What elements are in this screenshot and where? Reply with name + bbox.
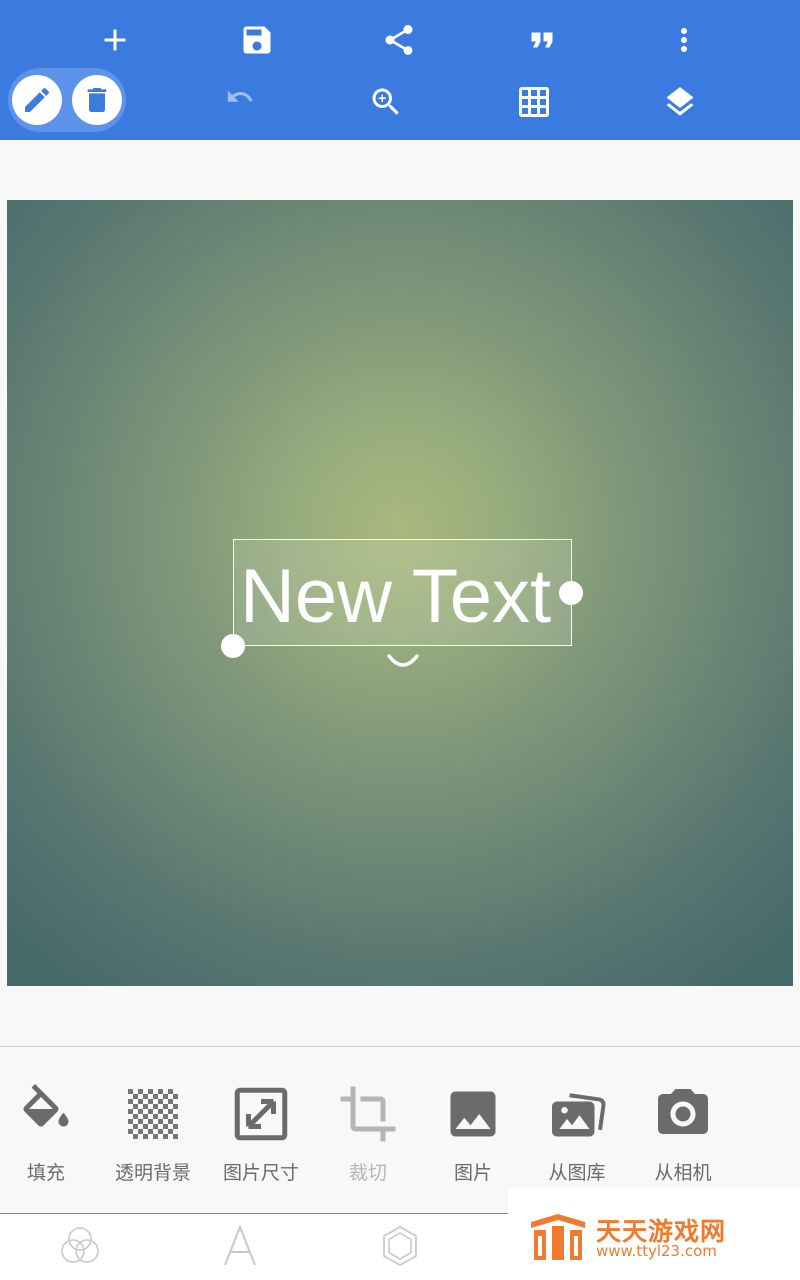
more-vert-icon[interactable] xyxy=(660,16,708,64)
resize-icon xyxy=(234,1087,288,1141)
save-icon[interactable] xyxy=(233,16,281,64)
watermark-logo-icon xyxy=(531,1214,585,1260)
rotate-handle[interactable] xyxy=(386,648,420,674)
camera-icon xyxy=(658,1089,708,1134)
pencil-mode-button[interactable] xyxy=(12,75,62,125)
text-a-icon xyxy=(224,1224,256,1266)
resize-handle-bottom-left[interactable] xyxy=(221,634,245,658)
tool-image[interactable]: 图片 xyxy=(420,1080,526,1190)
resize-handle-right[interactable] xyxy=(559,581,583,605)
color-circles-icon xyxy=(61,1227,99,1263)
tab-colors[interactable] xyxy=(30,1216,130,1276)
tool-from-gallery[interactable]: 从图库 xyxy=(524,1080,630,1190)
zoom-in-icon[interactable] xyxy=(362,78,410,126)
fill-bucket-icon xyxy=(23,1084,69,1127)
watermark-url: www.ttyl23.com xyxy=(596,1242,717,1260)
pencil-icon xyxy=(25,87,50,112)
quote-icon[interactable] xyxy=(518,16,566,64)
tool-fill[interactable]: 填充 xyxy=(0,1080,99,1190)
rotate-arc-icon xyxy=(387,654,419,667)
add-icon[interactable] xyxy=(91,16,139,64)
image-icon xyxy=(450,1091,496,1137)
gallery-icon xyxy=(552,1093,606,1137)
tab-text[interactable] xyxy=(190,1216,290,1276)
tool-transparent-background[interactable]: 透明背景 xyxy=(100,1080,206,1190)
trash-icon xyxy=(87,88,107,112)
tool-label: 透明背景 xyxy=(114,1162,191,1184)
tool-crop[interactable]: 裁切 xyxy=(315,1080,421,1190)
crop-icon xyxy=(340,1086,396,1142)
tool-label: 图片 xyxy=(453,1162,492,1184)
tool-label: 图片尺寸 xyxy=(222,1162,299,1184)
trash-mode-button[interactable] xyxy=(72,75,122,125)
tool-label: 填充 xyxy=(26,1162,65,1184)
tool-label: 从图库 xyxy=(548,1162,606,1184)
hexagon-icon xyxy=(383,1225,417,1267)
layers-icon[interactable] xyxy=(656,78,704,126)
tool-from-camera[interactable]: 从相机 xyxy=(630,1080,736,1190)
undo-icon[interactable] xyxy=(215,78,263,126)
tool-label: 从相机 xyxy=(654,1162,712,1184)
grid-icon[interactable] xyxy=(510,78,558,126)
tool-label: 裁切 xyxy=(348,1162,387,1184)
transparent-checker-icon xyxy=(128,1089,178,1139)
share-icon[interactable] xyxy=(375,16,423,64)
tab-shapes[interactable] xyxy=(350,1216,450,1276)
tool-image-size[interactable]: 图片尺寸 xyxy=(208,1080,314,1190)
text-selection-box[interactable] xyxy=(233,539,572,646)
